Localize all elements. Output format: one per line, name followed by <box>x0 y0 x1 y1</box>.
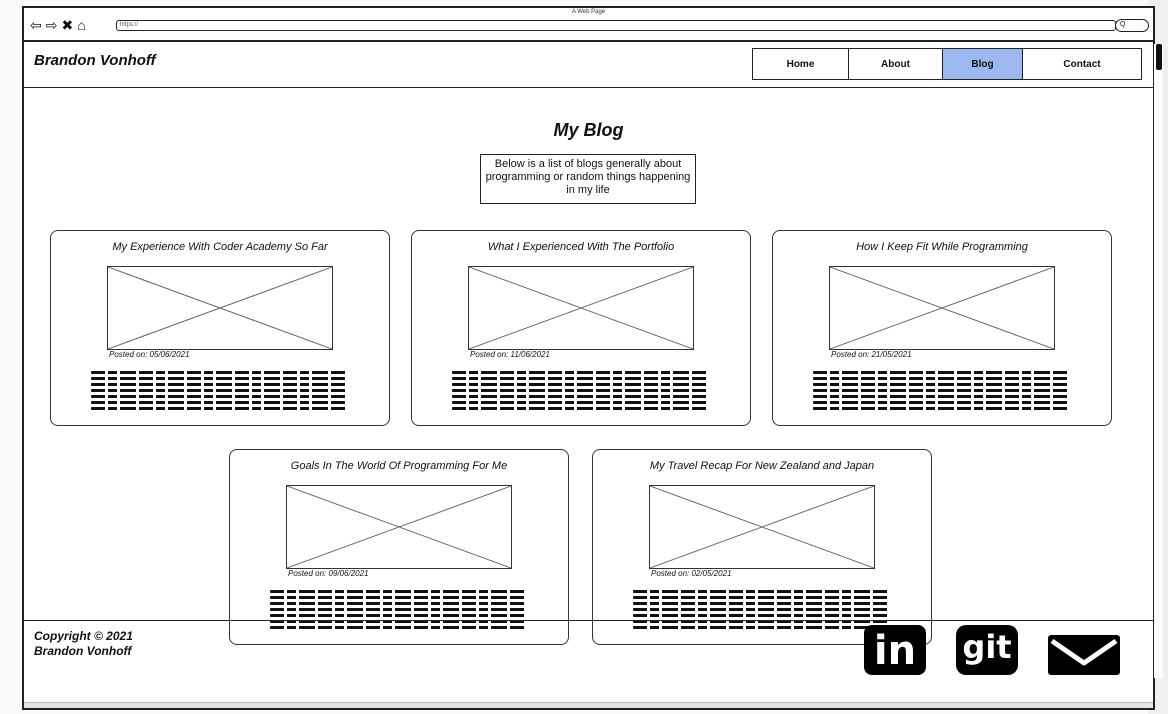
blog-card[interactable]: Goals In The World Of Programming For Me… <box>229 449 569 645</box>
scrollbar-thumb[interactable] <box>1156 44 1162 70</box>
site-footer: Copyright © 2021 Brandon Vonhoff in git <box>24 620 1153 708</box>
placeholder-text <box>452 371 708 415</box>
post-date: Posted on: 05/06/2021 <box>109 350 190 359</box>
image-placeholder <box>107 266 333 350</box>
blog-card[interactable]: How I Keep Fit While Programming Posted … <box>772 230 1112 426</box>
placeholder-text <box>813 371 1069 415</box>
intro-text: Below is a list of blogs generally about… <box>480 154 696 204</box>
blog-card-title[interactable]: Goals In The World Of Programming For Me <box>230 460 568 472</box>
home-icon[interactable]: ⌂ <box>77 18 85 32</box>
image-placeholder <box>649 485 875 569</box>
forward-icon[interactable]: ⇨ <box>46 18 58 32</box>
close-icon[interactable]: ✖ <box>61 18 73 32</box>
placeholder-text <box>91 371 347 415</box>
nav-about[interactable]: About <box>849 49 943 79</box>
post-date: Posted on: 02/05/2021 <box>651 569 732 578</box>
blog-card[interactable]: What I Experienced With The Portfolio Po… <box>411 230 751 426</box>
post-date: Posted on: 09/06/2021 <box>288 569 369 578</box>
blog-card-title[interactable]: My Experience With Coder Academy So Far <box>51 241 389 253</box>
image-placeholder <box>829 266 1055 350</box>
site-name: Brandon Vonhoff <box>34 52 156 69</box>
copyright-line: Copyright © 2021 <box>34 629 133 643</box>
copyright-name: Brandon Vonhoff <box>34 644 132 658</box>
browser-chrome: A Web Page ⇦ ⇨ ✖ ⌂ https:// Q <box>24 8 1153 42</box>
blog-card-title[interactable]: My Travel Recap For New Zealand and Japa… <box>593 460 931 472</box>
image-placeholder <box>286 485 512 569</box>
status-bar <box>24 702 1153 708</box>
image-placeholder <box>468 266 694 350</box>
scrollbar[interactable] <box>1153 44 1163 678</box>
window-title: A Web Page <box>571 9 606 15</box>
nav-contact[interactable]: Contact <box>1023 49 1141 79</box>
blog-card[interactable]: My Experience With Coder Academy So Far … <box>50 230 390 426</box>
page-title: My Blog <box>553 120 624 140</box>
blog-card-title[interactable]: How I Keep Fit While Programming <box>773 241 1111 253</box>
nav-blog[interactable]: Blog <box>943 49 1023 79</box>
back-icon[interactable]: ⇦ <box>30 18 42 32</box>
mail-icon[interactable] <box>1046 629 1122 677</box>
browser-nav: ⇦ ⇨ ✖ ⌂ <box>30 18 86 32</box>
post-date: Posted on: 21/05/2021 <box>831 350 912 359</box>
git-icon[interactable]: git <box>956 625 1018 675</box>
site-header: Brandon Vonhoff Home About Blog Contact <box>24 44 1153 88</box>
linkedin-icon[interactable]: in <box>864 625 926 675</box>
blog-card[interactable]: My Travel Recap For New Zealand and Japa… <box>592 449 932 645</box>
blog-card-title[interactable]: What I Experienced With The Portfolio <box>412 241 750 253</box>
url-bar[interactable]: https:// <box>116 20 1116 31</box>
copyright: Copyright © 2021 Brandon Vonhoff <box>34 629 133 659</box>
nav-menu: Home About Blog Contact <box>752 48 1142 80</box>
post-date: Posted on: 11/06/2021 <box>470 350 550 359</box>
browser-window: A Web Page ⇦ ⇨ ✖ ⌂ https:// Q Brandon Vo… <box>22 6 1163 710</box>
search-icon[interactable]: Q <box>1115 19 1149 32</box>
nav-home[interactable]: Home <box>753 49 849 79</box>
